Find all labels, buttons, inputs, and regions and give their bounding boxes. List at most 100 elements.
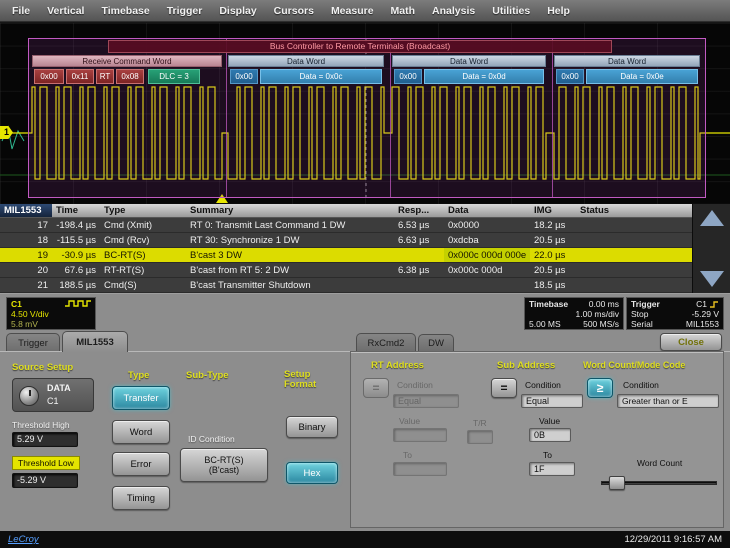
id-condition-button[interactable]: BC-RT(S) (B'cast) [180, 448, 268, 482]
table-row-selected[interactable]: 19 -30.9 µs BC-RT(S) B'cast 3 DW 0x000c … [0, 248, 692, 263]
menu-item-analysis[interactable]: Analysis [432, 5, 475, 17]
sub-value-label: Value [539, 416, 560, 426]
data-source-knob-icon[interactable] [19, 386, 39, 406]
cell-time: -115.5 µs [52, 233, 100, 247]
timebase-delay: 0.00 ms [589, 299, 619, 309]
cell-data: 0x000c 000d 000e [444, 248, 530, 262]
decode-field: 0x11 [66, 69, 94, 84]
cell-img: 18.5 µs [530, 278, 576, 292]
sub-condition-field[interactable]: Equal [521, 394, 583, 408]
menu-item-cursors[interactable]: Cursors [274, 5, 314, 17]
timebase-samples: 5.00 MS [529, 319, 561, 329]
menu-item-timebase[interactable]: Timebase [101, 5, 149, 17]
tab-trigger[interactable]: Trigger [6, 333, 60, 352]
table-row[interactable]: 17 -198.4 µs Cmd (Xmit) RT 0: Transmit L… [0, 218, 692, 233]
decode-field: 0x08 [116, 69, 144, 84]
word-count-slider[interactable] [601, 476, 717, 490]
scroll-down-button[interactable] [700, 271, 724, 287]
cell-resp: 6.38 µs [394, 263, 444, 277]
tab-mil1553[interactable]: MIL1553 [62, 331, 128, 352]
timebase-title: Timebase [529, 299, 568, 309]
cell-summary: RT 0: Transmit Last Command 1 DW [186, 218, 394, 232]
table-scrollbar[interactable] [692, 204, 730, 293]
trigger-source: C1 [696, 299, 707, 309]
decode-title: Bus Controller to Remote Terminals (Broa… [108, 40, 612, 53]
id-condition-line1: BC-RT(S) [204, 455, 243, 465]
tab-rxcmd2[interactable]: RxCmd2 [356, 333, 416, 352]
decode-field: 0x00 [230, 69, 258, 84]
table-header-img[interactable]: IMG [530, 204, 576, 217]
timebase-tdiv: 1.00 ms/div [576, 309, 619, 319]
format-hex-button[interactable]: Hex [286, 462, 338, 484]
decode-table: MIL1553 Time Type Summary Resp... Data I… [0, 204, 692, 293]
decode-section-divider [390, 38, 391, 198]
clock-timestamp: 12/29/2011 9:16:57 AM [624, 534, 722, 545]
table-header-resp[interactable]: Resp... [394, 204, 444, 217]
threshold-low-field[interactable]: -5.29 V [12, 473, 78, 488]
menu-item-trigger[interactable]: Trigger [167, 5, 203, 17]
cell-index: 18 [0, 233, 52, 247]
wc-condition-field[interactable]: Greater than or E [617, 394, 719, 408]
wc-op-button[interactable]: ≥ [587, 378, 613, 398]
table-row[interactable]: 21 188.5 µs Cmd(S) B'cast Transmitter Sh… [0, 278, 692, 293]
channel-name: C1 [11, 299, 22, 309]
wc-slider-label: Word Count [637, 458, 682, 468]
menu-item-help[interactable]: Help [547, 5, 570, 17]
menu-bar: File Vertical Timebase Trigger Display C… [0, 0, 730, 22]
menu-item-measure[interactable]: Measure [331, 5, 374, 17]
sub-address-heading: Sub Address [497, 360, 555, 371]
data-source-control[interactable]: DATA C1 [12, 378, 94, 412]
cell-status [576, 233, 692, 247]
scroll-up-button[interactable] [700, 210, 724, 226]
format-heading: Setup Format [284, 370, 332, 390]
sub-op-button[interactable]: = [491, 378, 517, 398]
format-binary-button[interactable]: Binary [286, 416, 338, 438]
threshold-low-label[interactable]: Threshold Low [12, 456, 80, 470]
tab-dw[interactable]: DW [418, 334, 454, 352]
cell-status [576, 218, 692, 232]
menu-item-display[interactable]: Display [219, 5, 256, 17]
trigger-kind: Serial [631, 319, 653, 329]
rt-condition-field: Equal [393, 394, 459, 408]
type-timing-button[interactable]: Timing [112, 486, 170, 510]
cell-time: -198.4 µs [52, 218, 100, 232]
decode-field: Data = 0x0c [260, 69, 382, 84]
table-header-type[interactable]: Type [100, 204, 186, 217]
threshold-high-field[interactable]: 5.29 V [12, 432, 78, 447]
menu-item-file[interactable]: File [12, 5, 30, 17]
table-header-data[interactable]: Data [444, 204, 530, 217]
cell-img: 20.5 µs [530, 233, 576, 247]
cell-index: 21 [0, 278, 52, 292]
cell-type: Cmd (Xmit) [100, 218, 186, 232]
decode-field: 0x00 [556, 69, 584, 84]
trigger-descriptor[interactable]: Trigger C1 Stop-5.29 V SerialMIL1553 [626, 297, 724, 330]
rt-value-label: Value [399, 416, 420, 426]
type-transfer-button[interactable]: Transfer [112, 386, 170, 410]
timebase-descriptor[interactable]: Timebase0.00 ms 1.00 ms/div 5.00 MS500 M… [524, 297, 624, 330]
table-row[interactable]: 18 -115.5 µs Cmd (Rcv) RT 30: Synchroniz… [0, 233, 692, 248]
type-error-button[interactable]: Error [112, 452, 170, 476]
close-button[interactable]: Close [660, 333, 722, 351]
table-header-time[interactable]: Time [52, 204, 100, 217]
decode-field: 0x00 [34, 69, 64, 84]
channel1-descriptor[interactable]: C1 4.50 V/div 5.8 mV [6, 297, 96, 330]
decode-section-header: Data Word [392, 55, 546, 67]
table-row[interactable]: 20 67.6 µs RT-RT(S) B'cast from RT 5: 2 … [0, 263, 692, 278]
rt-address-heading: RT Address [371, 360, 424, 371]
cell-type: RT-RT(S) [100, 263, 186, 277]
slider-thumb[interactable] [609, 476, 625, 490]
channel-vdiv: 4.50 V/div [11, 309, 49, 319]
trigger-level: -5.29 V [692, 309, 719, 319]
menu-item-math[interactable]: Math [391, 5, 416, 17]
sub-value-field[interactable]: 0B [529, 428, 571, 442]
sub-to-field[interactable]: 1F [529, 462, 575, 476]
cell-resp: 6.53 µs [394, 218, 444, 232]
menu-item-vertical[interactable]: Vertical [47, 5, 84, 17]
cell-data: 0x0000 [444, 218, 530, 232]
type-word-button[interactable]: Word [112, 420, 170, 444]
table-header-status[interactable]: Status [576, 204, 692, 217]
table-header-summary[interactable]: Summary [186, 204, 394, 217]
data-source-label: DATA [47, 383, 71, 393]
tr-label: T/R [473, 418, 487, 428]
menu-item-utilities[interactable]: Utilities [492, 5, 530, 17]
